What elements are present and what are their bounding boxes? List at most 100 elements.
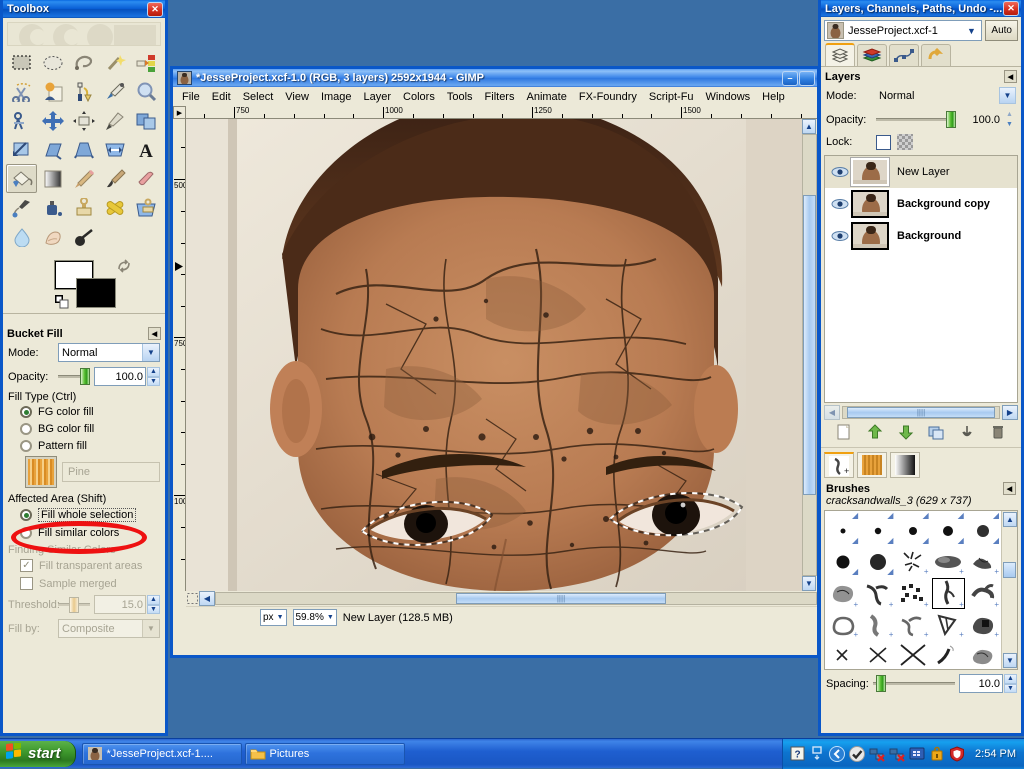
auto-follow-button[interactable]: Auto xyxy=(985,20,1018,41)
help-icon[interactable]: ? xyxy=(789,746,805,762)
brush-cell[interactable]: + xyxy=(895,577,930,610)
paths-tool[interactable] xyxy=(68,77,99,106)
brush-cell[interactable]: + xyxy=(966,577,1001,610)
brushes-menu-icon[interactable]: ◀ xyxy=(1003,482,1016,495)
slider-thumb[interactable] xyxy=(69,596,79,613)
brush-cell[interactable]: + xyxy=(825,577,860,610)
threshold-value-field[interactable]: 15.0 xyxy=(94,595,146,614)
scroll-right-button[interactable]: ▶ xyxy=(1002,405,1018,420)
spacing-stepper[interactable]: ▲ ▼ xyxy=(1004,674,1017,693)
radio-icon[interactable] xyxy=(20,423,32,435)
stepper-up-icon[interactable]: ▲ xyxy=(1004,674,1017,684)
scrollbar-thumb[interactable] xyxy=(803,195,816,495)
bucket-fill-tool[interactable] xyxy=(6,164,37,193)
reset-colors-icon[interactable] xyxy=(55,295,69,312)
zoom-select[interactable]: 59.8% ▼ xyxy=(292,609,337,626)
affected-area-option-similar[interactable]: Fill similar colors xyxy=(20,527,160,539)
brush-cell[interactable]: + xyxy=(825,610,860,641)
tab-layers[interactable] xyxy=(825,43,855,66)
opacity-value-field[interactable]: 100.0 xyxy=(94,367,146,386)
windows-update-icon[interactable] xyxy=(909,746,925,762)
scrollbar-track[interactable]: |||| xyxy=(842,406,1000,419)
perspective-clone-tool[interactable] xyxy=(130,193,161,222)
align-tool[interactable] xyxy=(68,106,99,135)
start-button[interactable]: start xyxy=(0,740,76,767)
taskbar-item-gimp[interactable]: *JesseProject.xcf-1.... xyxy=(81,742,242,765)
image-canvas[interactable] xyxy=(186,119,802,591)
rect-select-tool[interactable] xyxy=(6,48,37,77)
fill-type-option-bg[interactable]: BG color fill xyxy=(20,423,160,435)
brush-cell-selected[interactable]: + xyxy=(931,577,966,610)
radio-icon[interactable] xyxy=(20,509,32,521)
menu-help[interactable]: Help xyxy=(756,89,791,105)
minimize-icon[interactable]: – xyxy=(782,70,798,86)
layer-opacity-slider[interactable] xyxy=(876,111,956,129)
antivirus-icon[interactable] xyxy=(849,745,866,762)
layer-row[interactable]: Background xyxy=(825,220,1017,252)
brush-cell[interactable]: + xyxy=(895,546,930,577)
dodge-burn-tool[interactable] xyxy=(68,222,99,251)
maximize-icon[interactable] xyxy=(799,70,815,86)
clone-tool[interactable] xyxy=(68,193,99,222)
stepper-down-icon[interactable]: ▼ xyxy=(147,376,160,386)
scrollbar-track[interactable] xyxy=(802,134,817,576)
brush-cell[interactable]: + xyxy=(966,610,1001,641)
scale-tool[interactable] xyxy=(6,135,37,164)
brush-cell[interactable] xyxy=(966,640,1001,669)
network-disconnected-icon-2[interactable] xyxy=(889,746,905,762)
menu-colors[interactable]: Colors xyxy=(397,89,441,105)
layer-opacity-stepper[interactable]: ▲ ▼ xyxy=(1003,110,1016,129)
brush-cell[interactable]: + xyxy=(931,546,966,577)
zoom-tool[interactable] xyxy=(130,77,161,106)
menu-select[interactable]: Select xyxy=(237,89,280,105)
brush-cell[interactable]: ◢ xyxy=(860,516,895,547)
spacing-value-field[interactable]: 10.0 xyxy=(959,674,1003,693)
layers-menu-icon[interactable]: ◀ xyxy=(1004,70,1017,83)
radio-icon[interactable] xyxy=(20,406,32,418)
chevron-down-icon[interactable]: ▼ xyxy=(961,26,981,36)
swap-colors-icon[interactable] xyxy=(117,259,131,276)
stepper-up-icon[interactable]: ▲ xyxy=(147,595,160,605)
ellipse-select-tool[interactable] xyxy=(37,48,68,77)
rotate-tool[interactable] xyxy=(130,106,161,135)
stepper-down-icon[interactable]: ▼ xyxy=(1004,683,1017,693)
opacity-slider[interactable] xyxy=(58,368,90,386)
scroll-down-button[interactable]: ▼ xyxy=(1003,653,1017,668)
scroll-left-button[interactable]: ◀ xyxy=(824,405,840,420)
threshold-slider[interactable] xyxy=(58,596,90,614)
duplicate-layer-button[interactable] xyxy=(928,424,944,443)
brush-cell[interactable]: ◢ xyxy=(931,516,966,547)
tab-undo[interactable] xyxy=(921,44,951,66)
chevron-down-icon[interactable]: ▼ xyxy=(999,87,1016,104)
blur-sharpen-tool[interactable] xyxy=(6,222,37,251)
brush-grid[interactable]: ◢ ◢ ◢ ◢ ◢ ◢ ◢ ◢ ◢ ◢ ◢ ◢ + + + + + + + + … xyxy=(824,510,1018,670)
shear-tool[interactable] xyxy=(37,135,68,164)
raise-layer-button[interactable] xyxy=(867,424,883,443)
eye-icon[interactable] xyxy=(829,230,851,242)
stepper-up-icon[interactable]: ▲ xyxy=(1003,110,1016,120)
brush-cell[interactable]: ◢ xyxy=(966,516,1001,547)
scroll-up-button[interactable]: ▲ xyxy=(1003,512,1017,527)
lock-alpha-checkbox[interactable] xyxy=(876,134,891,150)
scissors-select-tool[interactable] xyxy=(6,77,37,106)
threshold-stepper[interactable]: ▲ ▼ xyxy=(147,595,160,614)
brush-cell[interactable]: + xyxy=(860,577,895,610)
brush-cell[interactable] xyxy=(860,640,895,669)
quick-mask-toggle[interactable] xyxy=(186,592,199,605)
layer-row[interactable]: Background copy xyxy=(825,188,1017,220)
checkbox-icon[interactable] xyxy=(20,577,33,590)
eraser-tool[interactable] xyxy=(130,164,161,193)
scroll-left-button[interactable]: ◀ xyxy=(199,591,215,606)
brush-cell[interactable]: ◢ xyxy=(825,546,860,577)
menu-layer[interactable]: Layer xyxy=(358,89,398,105)
close-icon[interactable]: ✕ xyxy=(1003,1,1019,16)
radio-icon[interactable] xyxy=(20,527,32,539)
checkbox-icon[interactable]: ✓ xyxy=(20,559,33,572)
tab-brushes[interactable]: + xyxy=(824,452,854,478)
slider-thumb[interactable] xyxy=(946,111,956,128)
security-shield-icon[interactable] xyxy=(949,745,965,762)
menu-file[interactable]: File xyxy=(176,89,206,105)
scroll-up-button[interactable]: ▲ xyxy=(802,119,816,134)
menu-animate[interactable]: Animate xyxy=(520,89,572,105)
image-selector[interactable]: JesseProject.xcf-1 ▼ xyxy=(824,20,983,41)
